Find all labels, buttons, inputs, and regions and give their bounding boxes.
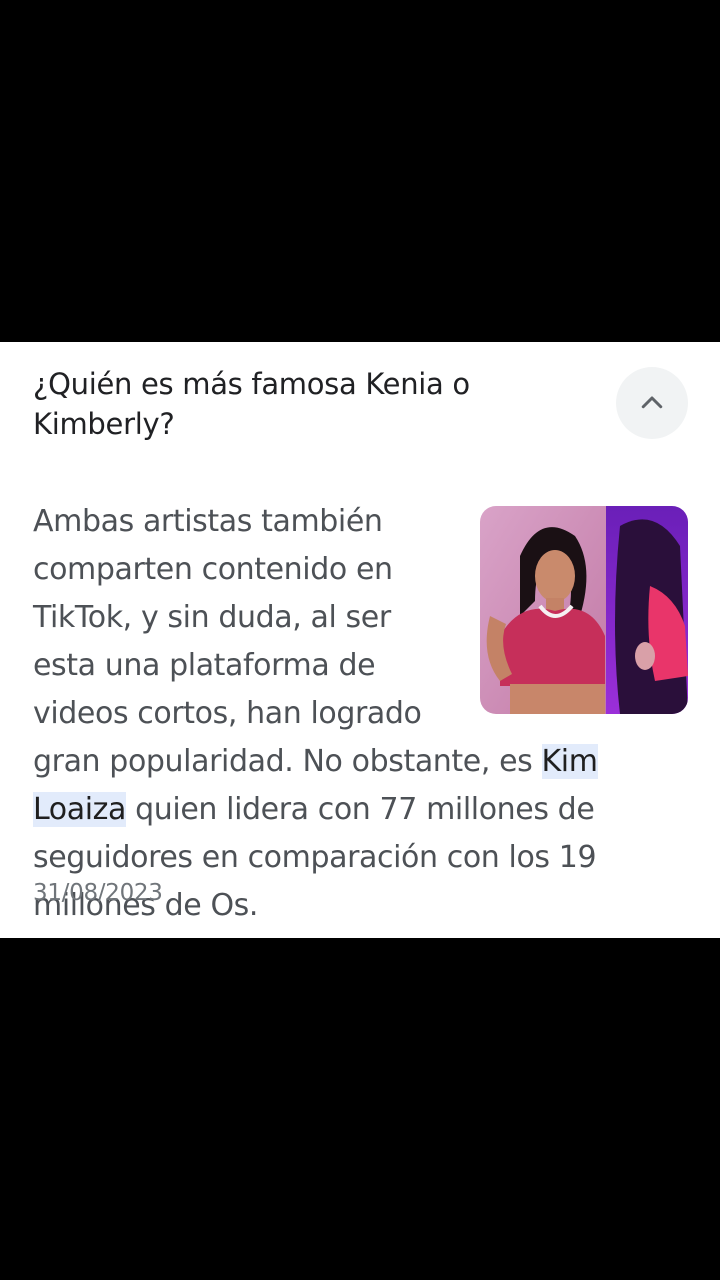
- faq-card: ¿Quién es más famosa Kenia o Kimberly? A…: [0, 342, 720, 938]
- answer-text-before: Ambas artistas también comparten conteni…: [33, 504, 542, 779]
- answer-date: 31/08/2023: [33, 880, 163, 906]
- collapse-button[interactable]: [616, 367, 688, 439]
- question-title[interactable]: ¿Quién es más famosa Kenia o Kimberly?: [33, 364, 553, 444]
- thumbnail-photo: [480, 506, 688, 714]
- answer-thumbnail-image[interactable]: [480, 506, 688, 714]
- answer-text: Ambas artistas también comparten conteni…: [33, 498, 693, 930]
- top-black-area: [0, 0, 720, 342]
- chevron-up-icon: [641, 396, 663, 409]
- bottom-black-area: [0, 938, 720, 1280]
